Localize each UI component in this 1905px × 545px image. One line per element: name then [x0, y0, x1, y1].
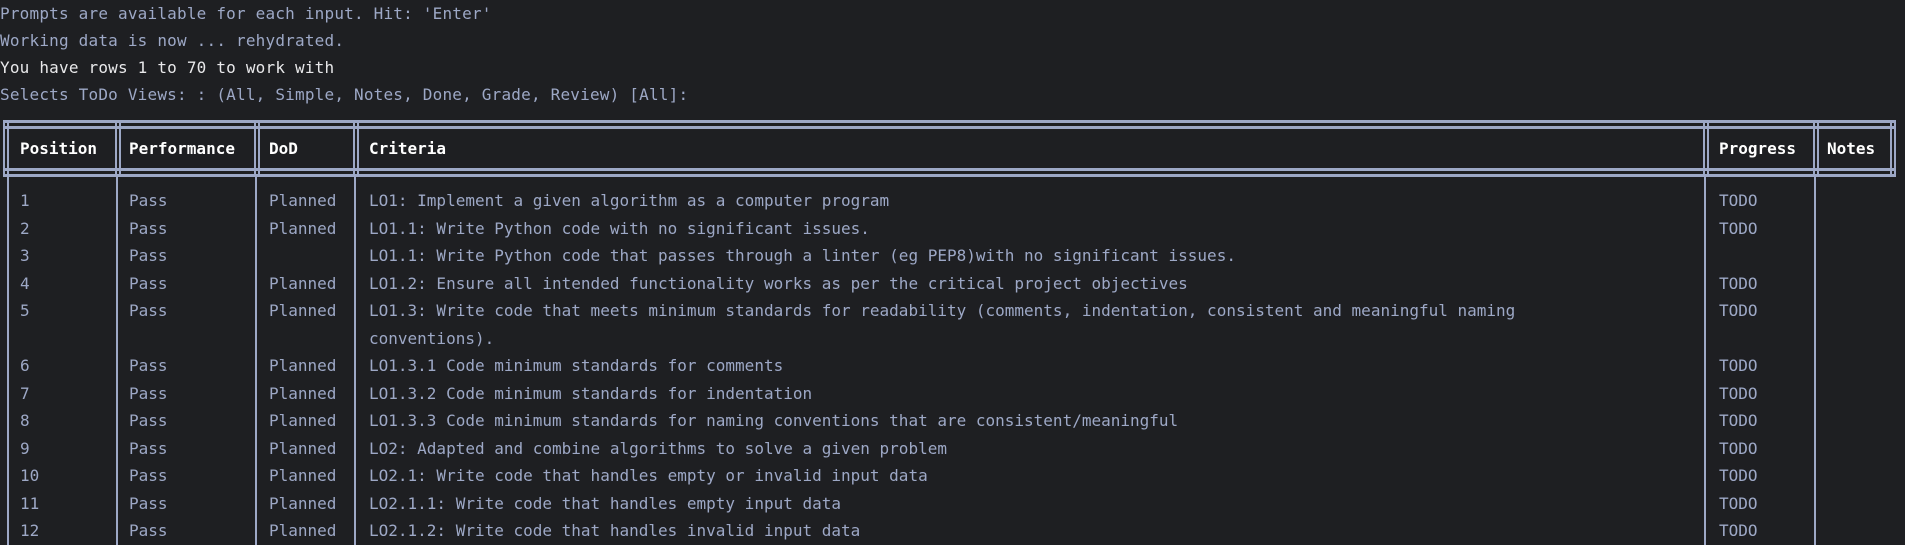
cell-criteria: LO2: Adapted and combine algorithms to s…: [369, 438, 947, 458]
header-bottom-border-inner: [3, 174, 1896, 177]
todo-table: Position Performance DoD Criteria Progre…: [3, 120, 1896, 545]
col-border: [354, 177, 356, 545]
cell-position: 2: [20, 218, 30, 238]
cell-progress: TODO: [1719, 411, 1758, 430]
col-border: [3, 120, 5, 177]
cell-dod: Planned: [269, 218, 337, 238]
col-border: [353, 120, 355, 177]
cell-progress: TODO: [1719, 466, 1758, 485]
col-border: [258, 120, 260, 177]
col-border: [7, 177, 9, 545]
cell-criteria: LO2.1.1: Write code that handles empty i…: [369, 493, 842, 513]
cell-position: 11: [20, 493, 40, 513]
col-border: [1703, 120, 1705, 177]
col-border: [116, 177, 118, 545]
header-notes: Notes: [1827, 139, 1876, 158]
col-border: [1814, 177, 1816, 545]
cell-position: 6: [20, 356, 30, 375]
cell-dod: Planned: [269, 411, 337, 430]
header-performance: Performance: [129, 139, 235, 158]
cell-criteria: LO1.3.3 Code minimum standards for namin…: [369, 411, 1179, 430]
header-progress: Progress: [1719, 139, 1797, 158]
col-border: [1817, 120, 1819, 177]
cell-progress: TODO: [1719, 438, 1758, 458]
col-border: [1890, 120, 1892, 177]
cell-performance: Pass: [129, 493, 168, 513]
cell-criteria: LO2.1.2: Write code that handles invalid…: [369, 521, 861, 540]
col-border: [1704, 177, 1706, 545]
col-border: [119, 120, 121, 177]
cell-position: 4: [20, 273, 30, 293]
col-border: [115, 120, 117, 177]
cell-criteria: conventions).: [369, 328, 495, 348]
cell-progress: TODO: [1719, 218, 1758, 238]
cell-position: 10: [20, 466, 40, 485]
header-dod: DoD: [269, 139, 298, 158]
table-top-border-inner: [3, 126, 1896, 129]
cell-criteria: LO2.1: Write code that handles empty or …: [369, 466, 928, 485]
prompt-help-line: Prompts are available for each input. Hi…: [0, 4, 492, 23]
cell-performance: Pass: [129, 356, 168, 375]
cell-performance: Pass: [129, 246, 168, 265]
cell-criteria: LO1.3.1 Code minimum standards for comme…: [369, 356, 784, 375]
cell-performance: Pass: [129, 411, 168, 430]
cell-progress: TODO: [1719, 356, 1758, 375]
cell-progress: TODO: [1719, 273, 1758, 293]
col-border: [1894, 120, 1896, 177]
col-border: [1813, 120, 1815, 177]
cell-criteria: LO1.1: Write Python code that passes thr…: [369, 246, 1236, 265]
cell-performance: Pass: [129, 466, 168, 485]
cell-performance: Pass: [129, 191, 168, 210]
status-line: Working data is now ... rehydrated.: [0, 31, 345, 50]
header-criteria: Criteria: [369, 139, 447, 158]
cell-dod: Planned: [269, 273, 337, 293]
col-border: [1707, 120, 1709, 177]
views-prompt-line[interactable]: Selects ToDo Views: : (All, Simple, Note…: [0, 81, 688, 108]
cell-position: 7: [20, 383, 30, 403]
table-top-border: [3, 120, 1896, 123]
cell-position: 12: [20, 521, 40, 540]
cell-dod: Planned: [269, 191, 337, 210]
cell-criteria: LO1.2: Ensure all intended functionality…: [369, 273, 1188, 293]
cell-criteria: LO1.1: Write Python code with no signifi…: [369, 218, 870, 238]
rows-range-line: You have rows 1 to 70 to work with: [0, 58, 335, 77]
cell-dod: Planned: [269, 301, 337, 320]
header-bottom-border: [3, 168, 1896, 171]
cell-performance: Pass: [129, 521, 168, 540]
cell-performance: Pass: [129, 273, 168, 293]
cell-dod: Planned: [269, 383, 337, 403]
col-border: [7, 120, 9, 177]
cell-performance: Pass: [129, 383, 168, 403]
cell-position: 3: [20, 246, 30, 265]
cell-progress: TODO: [1719, 493, 1758, 513]
cell-criteria: LO1.3.2 Code minimum standards for inden…: [369, 383, 813, 403]
col-border: [255, 177, 257, 545]
cell-position: 5: [20, 301, 30, 320]
cell-performance: Pass: [129, 438, 168, 458]
cell-position: 1: [20, 191, 30, 210]
cell-dod: Planned: [269, 438, 337, 458]
cell-performance: Pass: [129, 301, 168, 320]
header-position: Position: [20, 139, 98, 158]
cell-criteria: LO1.3: Write code that meets minimum sta…: [369, 301, 1516, 320]
cell-position: 8: [20, 411, 30, 430]
cell-criteria: LO1: Implement a given algorithm as a co…: [369, 191, 890, 210]
cell-progress: TODO: [1719, 191, 1758, 210]
cell-performance: Pass: [129, 218, 168, 238]
cell-dod: Planned: [269, 466, 337, 485]
cell-dod: Planned: [269, 493, 337, 513]
cell-dod: Planned: [269, 356, 337, 375]
cell-progress: TODO: [1719, 383, 1758, 403]
cell-progress: TODO: [1719, 521, 1758, 540]
col-border: [254, 120, 256, 177]
cell-progress: TODO: [1719, 301, 1758, 320]
cell-dod: Planned: [269, 521, 337, 540]
col-border: [357, 120, 359, 177]
cell-position: 9: [20, 438, 30, 458]
